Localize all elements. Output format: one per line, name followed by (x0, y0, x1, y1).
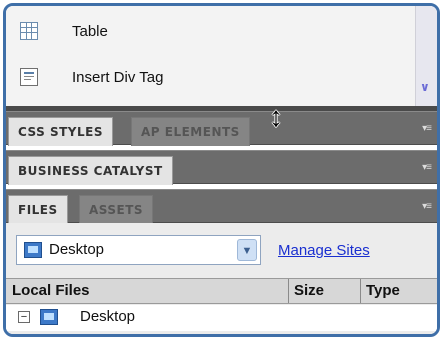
panel-options-menu-icon[interactable]: ▾≡ (422, 123, 432, 134)
tab-files[interactable]: FILES (8, 195, 68, 224)
manage-sites-link[interactable]: Manage Sites (278, 242, 370, 259)
panel-options-menu-icon[interactable]: ▾≡ (422, 201, 432, 212)
column-size[interactable]: Size (294, 279, 324, 303)
chevron-down-icon[interactable]: ▼ (237, 239, 257, 261)
tree-row-desktop[interactable]: − Desktop (6, 305, 437, 331)
tree-label-desktop: Desktop (80, 308, 136, 325)
column-divider[interactable] (288, 279, 289, 303)
scroll-down-icon[interactable]: ∨ (420, 80, 430, 94)
vertical-resize-cursor-icon: ↕ (269, 101, 283, 132)
panel-options-menu-icon[interactable]: ▾≡ (422, 162, 432, 173)
insert-table-label: Table (72, 22, 108, 40)
column-local-files[interactable]: Local Files (12, 279, 90, 303)
site-select-value: Desktop (49, 241, 105, 258)
tab-business-catalyst[interactable]: BUSINESS CATALYST (8, 156, 173, 185)
insert-div-tag-item[interactable]: Insert Div Tag (20, 64, 163, 90)
table-icon (20, 22, 38, 40)
tab-assets[interactable]: ASSETS (79, 195, 154, 224)
files-panel-body: Desktop ▼ Manage Sites Local Files Size … (6, 223, 437, 334)
desktop-icon (40, 309, 58, 325)
business-catalyst-panel-group: BUSINESS CATALYST ▾≡ (6, 150, 437, 185)
site-select-dropdown[interactable]: Desktop ▼ (16, 235, 261, 265)
files-panel-group: FILES ASSETS ▾≡ (6, 189, 437, 224)
collapse-toggle-icon[interactable]: − (18, 311, 30, 323)
div-tag-icon (20, 68, 38, 86)
tab-ap-elements[interactable]: AP ELEMENTS (131, 117, 250, 146)
column-type[interactable]: Type (366, 279, 400, 303)
css-styles-panel-group: CSS STYLES AP ELEMENTS ▾≡ (6, 111, 437, 146)
tab-css-styles[interactable]: CSS STYLES (8, 117, 113, 146)
insert-table-item[interactable]: Table (20, 18, 108, 44)
desktop-icon (24, 242, 42, 258)
files-column-header: Local Files Size Type (6, 278, 437, 304)
insert-div-tag-label: Insert Div Tag (72, 68, 164, 86)
insert-panel-scrollbar[interactable]: ∨ (415, 6, 437, 106)
column-divider[interactable] (360, 279, 361, 303)
panel-screenshot-frame: Table Insert Div Tag ∨ CSS STYLES AP ELE… (3, 3, 440, 337)
insert-panel: Table Insert Div Tag ∨ (6, 6, 437, 106)
